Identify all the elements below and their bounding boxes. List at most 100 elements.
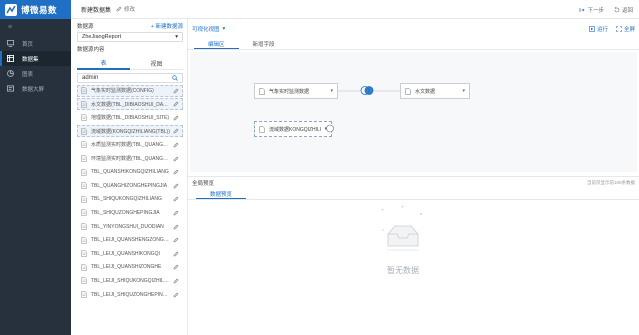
- datasource-select[interactable]: ZheJiangReport ▾: [77, 32, 183, 42]
- table-icon: [81, 100, 87, 108]
- table-list-item[interactable]: 环境监测实时数据(TBL_QUANGUO): [77, 153, 183, 165]
- back-button[interactable]: 返回: [614, 6, 633, 14]
- table-list-item[interactable]: TBL_LEIJI_QUANSHENGZONGHE: [77, 234, 183, 246]
- view-selector[interactable]: 可视化视图 ▾: [188, 19, 639, 39]
- table-name: 气象实时监测数据(CONFIG): [91, 88, 154, 95]
- edit-label: 修改: [124, 7, 136, 13]
- join-type-icon[interactable]: [360, 85, 374, 96]
- search-icon[interactable]: [172, 75, 178, 81]
- pencil-icon[interactable]: [173, 196, 179, 202]
- table-list-item[interactable]: TBL_QUANGHIZONGHEPINGJIA: [77, 180, 183, 192]
- next-step-label: 下一步: [587, 7, 604, 14]
- table-list-item[interactable]: TBL_LEIJI_QUANSHIZONGHE: [77, 261, 183, 273]
- table-name: TBL_YINYONGSHUI_DUODIAN: [91, 223, 164, 230]
- pencil-icon[interactable]: [173, 224, 179, 230]
- nav-item-label: 图表: [22, 71, 34, 78]
- app-sidebar: 博微易数 ≡ 首页 数据集 图表 数据大屏: [0, 0, 71, 335]
- table-node[interactable]: 水文数据 ▾: [400, 83, 470, 99]
- edit-title-button[interactable]: 修改: [116, 5, 135, 13]
- tab-add-field[interactable]: 新增字段: [239, 39, 289, 49]
- empty-box-icon: + +: [381, 205, 422, 251]
- table-list-item[interactable]: TBL_LEIJI_SHIQUKONGQIZHILIANG: [77, 275, 183, 287]
- menu-icon: ≡: [8, 24, 13, 31]
- fullscreen-button[interactable]: 全屏: [616, 25, 635, 33]
- table-list-item[interactable]: TBL_SHIQUKONGQIZHILIANG: [77, 193, 183, 205]
- next-step-button[interactable]: 下一步: [579, 6, 604, 14]
- brand-logo-icon: [5, 3, 17, 16]
- pencil-icon[interactable]: [173, 142, 179, 148]
- table-icon: [81, 264, 87, 271]
- table-name: TBL_QUANGHIZONGHEPINGJIA: [91, 182, 168, 189]
- chart-icon: [7, 70, 14, 77]
- pencil-icon[interactable]: [173, 183, 179, 189]
- preview-hint: 当前仅显示前100条数据: [586, 180, 635, 185]
- pencil-icon[interactable]: [173, 251, 179, 257]
- join-lines: [338, 90, 400, 92]
- brand-logo[interactable]: 博微易数: [0, 0, 71, 19]
- chevron-down-icon: ▾: [222, 26, 226, 32]
- pencil-icon[interactable]: [173, 264, 179, 270]
- sidebar-collapse-button[interactable]: ≡: [0, 19, 71, 36]
- pencil-icon[interactable]: [173, 292, 179, 298]
- tab-edit-area[interactable]: 编辑区: [194, 39, 239, 49]
- table-icon: [81, 128, 87, 135]
- run-label: 运行: [596, 27, 608, 33]
- tab-views[interactable]: 视图: [130, 57, 183, 70]
- table-list-item[interactable]: TBL_QUANSHIKONGQIZHILIANG: [77, 166, 183, 178]
- table-list-item[interactable]: 气象实时监测数据(CONFIG): [77, 84, 183, 97]
- table-list-item[interactable]: 水质监测实时数据(TBL_QUANGUO): [77, 139, 183, 151]
- table-name: TBL_LEIJI_SHIQUKONGQIZHILIANG: [91, 277, 170, 284]
- dataset-icon: [7, 55, 14, 62]
- table-name: TBL_LEIJI_SHIQUZONGHEPINGJIA: [91, 291, 170, 298]
- pencil-icon[interactable]: [173, 237, 179, 243]
- table-list-item[interactable]: TBL_LEIJI_SHIQUZONGHEPINGJIA: [77, 289, 183, 301]
- tab-data-preview[interactable]: 数据预览: [196, 189, 247, 199]
- nav-item-chart[interactable]: 图表: [0, 66, 71, 81]
- table-list-item[interactable]: TBL_SHIQUZONGHEPINGJIA: [77, 207, 183, 219]
- table-list-item[interactable]: TBL_LEIJI_QUANSHIKONGQI: [77, 248, 183, 260]
- table-list-item[interactable]: 地理数据(TBL_DIBIAOSHUI_SITE): [77, 112, 183, 124]
- workspace: 可视化视图 ▾ 运行 全屏 编辑区 新增字段 气象实时监测数据 ▾ 水文数据 ▾…: [188, 19, 639, 335]
- fullscreen-icon: [616, 26, 622, 32]
- pencil-icon[interactable]: [173, 101, 179, 107]
- table-list-item[interactable]: TBL_YINYONGSHUI_DUODIAN: [77, 221, 183, 233]
- join-canvas[interactable]: 气象实时监测数据 ▾ 水文数据 ▾ 流域数据KONGQIZHILIANG ▾: [190, 52, 637, 172]
- back-label: 返回: [621, 7, 633, 14]
- nav-item-dataset[interactable]: 数据集: [0, 51, 71, 66]
- table-icon: [259, 125, 265, 133]
- pencil-icon[interactable]: [173, 169, 179, 175]
- pencil-icon[interactable]: [173, 156, 179, 162]
- chevron-down-icon: ▾: [462, 88, 465, 94]
- table-list-item[interactable]: 水文数据(TBL_DIBIAOSHUI_DATA): [77, 98, 183, 111]
- add-datasource-link[interactable]: + 新建数据源: [151, 22, 183, 30]
- table-icon: [81, 196, 87, 203]
- table-node[interactable]: 气象实时监测数据 ▾: [254, 83, 338, 99]
- brand-name: 博微易数: [21, 4, 58, 15]
- view-selector-label: 可视化视图: [192, 27, 220, 33]
- svg-text:+: +: [401, 205, 405, 211]
- nav-item-screen[interactable]: 数据大屏: [0, 81, 71, 96]
- table-name: 地理数据(TBL_DIBIAOSHUI_SITE): [91, 115, 170, 122]
- table-icon: [81, 141, 87, 149]
- datasource-panel: 数据源 + 新建数据源 ZheJiangReport ▾ 数据源内容 表 视图 …: [71, 19, 188, 335]
- preview-label: 全局预览: [192, 181, 215, 187]
- table-icon: [259, 87, 265, 95]
- run-button[interactable]: 运行: [589, 25, 608, 33]
- table-icon: [81, 223, 87, 230]
- pencil-icon[interactable]: [173, 278, 179, 284]
- pencil-icon[interactable]: [173, 210, 179, 216]
- table-icon: [405, 87, 411, 95]
- pencil-icon[interactable]: [173, 128, 179, 134]
- pencil-icon[interactable]: [173, 115, 179, 121]
- empty-text: 暂无数据: [387, 266, 419, 275]
- table-name: TBL_LEIJI_QUANSHIZONGHE: [91, 264, 162, 271]
- nav-item-home[interactable]: 首页: [0, 36, 71, 51]
- tab-tables[interactable]: 表: [77, 57, 130, 70]
- table-search-input[interactable]: admin: [77, 73, 183, 83]
- table-node-dragging[interactable]: 流域数据KONGQIZHILIANG ▾: [254, 121, 332, 137]
- search-value: admin: [82, 75, 99, 81]
- top-bar: 新建数据集 修改 下一步 返回: [71, 0, 639, 19]
- table-list-item[interactable]: 流域数据(KONGQIZHILIANG(TBL)): [77, 125, 183, 138]
- pencil-icon[interactable]: [173, 88, 179, 94]
- next-icon: [580, 7, 585, 12]
